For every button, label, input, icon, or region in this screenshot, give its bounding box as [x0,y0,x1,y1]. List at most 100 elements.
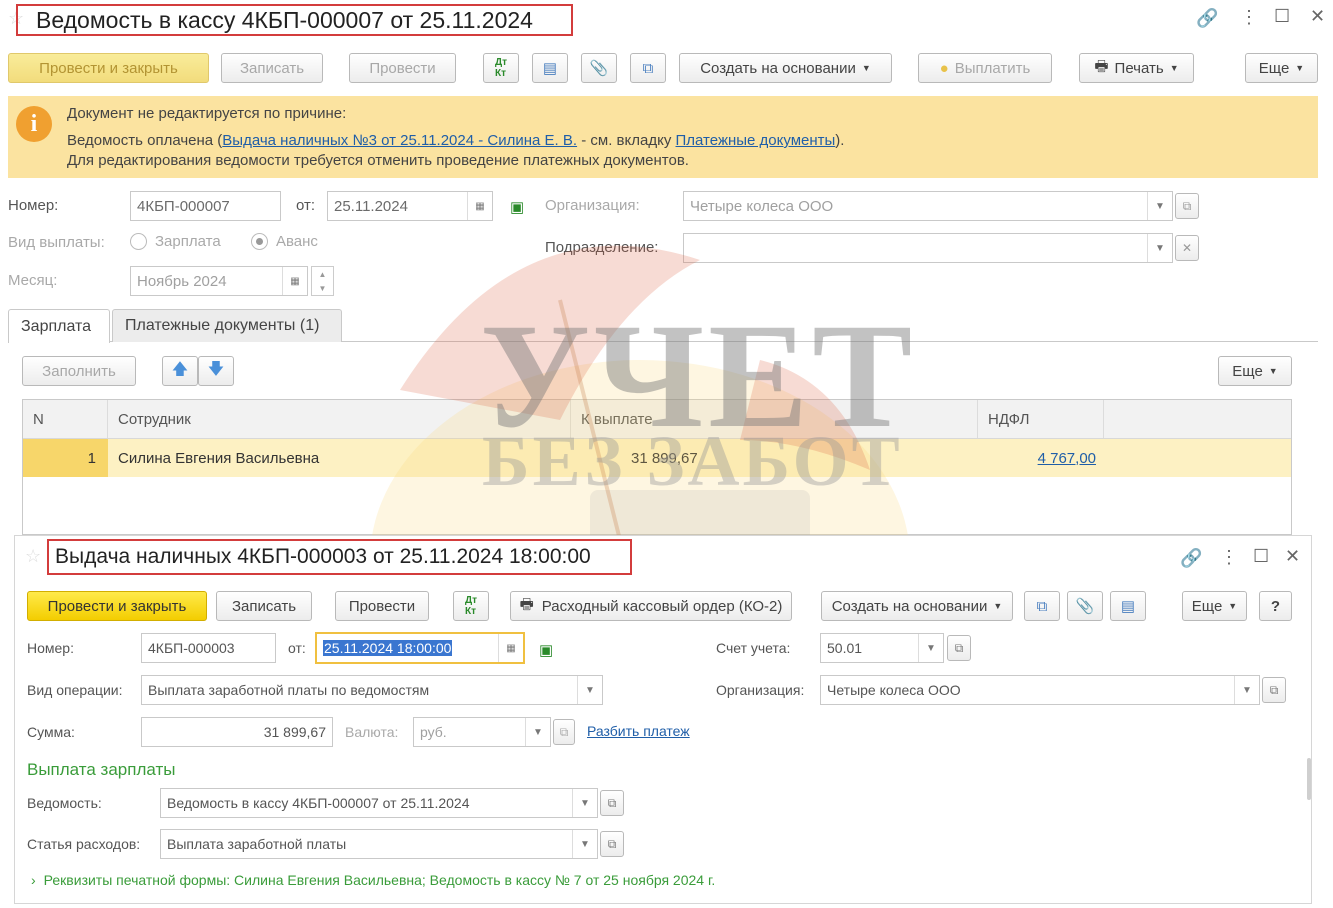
report-icon[interactable]: ▤ [1110,591,1146,621]
fill-button[interactable]: Заполнить [22,356,136,386]
column-header-n[interactable]: N [23,400,108,438]
month-label: Месяц: [8,272,58,289]
link-icon[interactable]: 🔗 [1180,548,1202,569]
chevron-down-icon: ▼ [1268,366,1278,376]
dt-kt-icon[interactable]: Дт Кт [483,53,519,83]
table-more-label: Еще [1232,362,1263,380]
cash-order-label: Расходный кассовый ордер (КО-2) [541,597,783,615]
print-button[interactable]: 🖶 Печать ▼ [1079,53,1194,83]
chevron-down-icon[interactable]: ▼ [1147,234,1172,262]
currency-label: Валюта: [345,724,399,740]
help-button[interactable]: ? [1259,591,1292,621]
month-stepper[interactable]: ▲ ▼ [311,266,334,296]
more-vertical-icon[interactable]: ⋮ [1240,7,1258,28]
more-button[interactable]: Еще ▼ [1182,591,1247,621]
statement-field[interactable]: Ведомость в кассу 4КБП-000007 от 25.11.2… [160,788,598,818]
chevron-down-icon[interactable]: ▼ [572,789,597,817]
chevron-down-icon[interactable]: ▼ [1234,676,1259,704]
pay-button[interactable]: ● Выплатить [918,53,1052,83]
post-and-close-button[interactable]: Провести и закрыть [27,591,207,621]
chevron-down-icon[interactable]: ▼ [572,830,597,858]
column-header-ndfl[interactable]: НДФЛ [978,400,1104,438]
tab-payment-documents[interactable]: Платежные документы (1) [112,309,342,342]
open-statement-icon[interactable]: ⧉ [600,790,624,816]
organization-field[interactable]: Четыре колеса ООО ▼ [683,191,1173,221]
tab-salary[interactable]: Зарплата [8,309,110,343]
clear-division-icon[interactable]: ✕ [1175,235,1199,261]
move-up-icon[interactable]: 🡅 [162,356,198,386]
division-field[interactable]: ▼ [683,233,1173,263]
favorite-star-icon[interactable]: ☆ [25,546,41,567]
payment-docs-tab-link[interactable]: Платежные документы [676,132,836,149]
division-label: Подразделение: [545,239,659,256]
account-field[interactable]: 50.01 ▼ [820,633,944,663]
pay-type-salary-radio[interactable]: Зарплата [130,233,221,250]
split-payment-link[interactable]: Разбить платеж [587,723,690,739]
chevron-down-icon[interactable]: ▼ [918,634,943,662]
more-label: Еще [1258,59,1290,77]
currency-field[interactable]: руб. ▼ [413,717,551,747]
calendar-icon[interactable]: ▦ [498,634,523,662]
maximize-icon[interactable]: ☐ [1253,546,1269,567]
link-icon[interactable]: 🔗 [1196,8,1218,29]
chevron-down-icon: ▼ [1169,63,1179,73]
stepper-down-icon[interactable]: ▼ [319,284,327,293]
move-down-icon[interactable]: 🡇 [198,356,234,386]
create-based-on-button[interactable]: Создать на основании ▼ [821,591,1013,621]
expense-item-field[interactable]: Выплата заработной платы ▼ [160,829,598,859]
stepper-up-icon[interactable]: ▲ [319,270,327,279]
post-button[interactable]: Провести [349,53,456,83]
cash-order-button[interactable]: 🖶 Расходный кассовый ордер (КО-2) [510,591,792,621]
structure-icon[interactable]: ⧉ [1024,591,1060,621]
coin-icon: ● [939,59,949,77]
paperclip-icon[interactable]: 📎 [1067,591,1103,621]
table-row[interactable]: 1 Силина Евгения Васильевна 31 899,67 4 … [23,439,1291,477]
open-account-icon[interactable]: ⧉ [947,635,971,661]
save-button[interactable]: Записать [221,53,323,83]
number-field[interactable]: 4КБП-000003 [141,633,276,663]
calendar-icon[interactable]: ▦ [282,267,307,295]
operation-field[interactable]: Выплата заработной платы по ведомостям ▼ [141,675,603,705]
open-currency-icon[interactable]: ⧉ [553,719,575,745]
column-header-to-pay[interactable]: К выплате [571,400,978,438]
report-icon[interactable]: ▤ [532,53,568,83]
salary-payout-section-title: Выплата зарплаты [27,760,176,779]
chevron-down-icon[interactable]: ▼ [525,718,550,746]
chevron-down-icon[interactable]: ▼ [1147,192,1172,220]
structure-icon[interactable]: ⧉ [630,53,666,83]
date-value[interactable]: 25.11.2024 18:00:00 [323,640,453,656]
close-icon[interactable]: ✕ [1310,6,1325,27]
create-based-on-button[interactable]: Создать на основании ▼ [679,53,892,83]
pay-type-advance-radio[interactable]: Аванс [251,233,318,250]
post-and-close-button[interactable]: Провести и закрыть [8,53,209,83]
ndfl-link[interactable]: 4 767,00 [1038,450,1096,467]
number-field[interactable]: 4КБП-000007 [130,191,281,221]
column-header-employee[interactable]: Сотрудник [108,400,571,438]
more-vertical-icon[interactable]: ⋮ [1220,547,1238,568]
table-more-button[interactable]: Еще ▼ [1218,356,1292,386]
calendar-icon[interactable]: ▦ [467,192,492,220]
payment-doc-link[interactable]: Выдача наличных №3 от 25.11.2024 - Силин… [222,132,577,149]
dt-kt-icon[interactable]: Дт Кт [453,591,489,621]
vertical-scrollbar[interactable] [1307,758,1311,800]
month-field[interactable]: Ноябрь 2024 ▦ [130,266,308,296]
check-document-icon[interactable]: ▣ [539,641,553,659]
post-button[interactable]: Провести [335,591,429,621]
more-button[interactable]: Еще ▼ [1245,53,1318,83]
open-organization-icon[interactable]: ⧉ [1175,193,1199,219]
chevron-down-icon[interactable]: ▼ [577,676,602,704]
organization-field[interactable]: Четыре колеса ООО ▼ [820,675,1260,705]
cell-n-value: 1 [87,449,96,467]
sum-field[interactable]: 31 899,67 [141,717,333,747]
open-expense-item-icon[interactable]: ⧉ [600,831,624,857]
date-field[interactable]: 25.11.2024 ▦ [327,191,493,221]
date-field[interactable]: 25.11.2024 18:00:00 ▦ [315,632,525,664]
save-button[interactable]: Записать [216,591,312,621]
maximize-icon[interactable]: ☐ [1274,6,1290,27]
cell-ndfl[interactable]: 4 767,00 [978,439,1096,477]
check-document-icon[interactable]: ▣ [510,198,524,216]
open-organization-icon[interactable]: ⧉ [1262,677,1286,703]
print-details-expander[interactable]: › Реквизиты печатной формы: Силина Евгени… [31,872,715,888]
paperclip-icon[interactable]: 📎 [581,53,617,83]
close-icon[interactable]: ✕ [1285,546,1300,567]
